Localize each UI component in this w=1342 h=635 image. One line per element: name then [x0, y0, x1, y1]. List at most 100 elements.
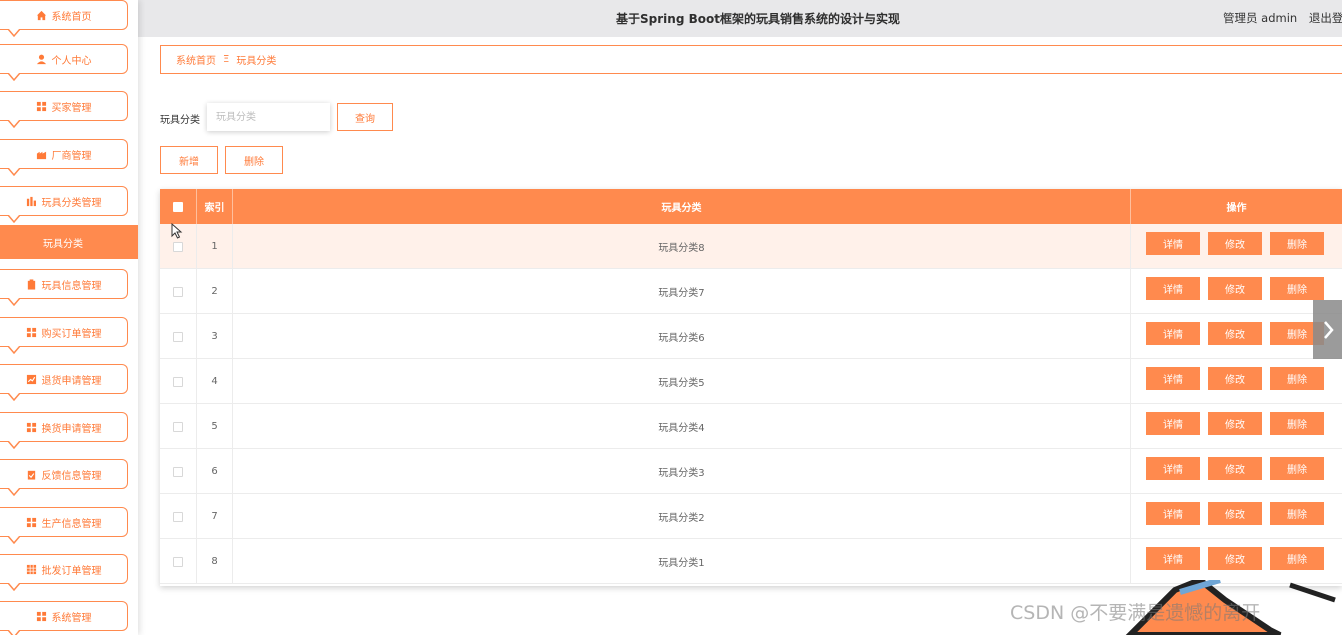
row-category: 玩具分类4: [233, 404, 1131, 449]
edit-button[interactable]: 修改: [1208, 232, 1262, 255]
row-checkbox-cell: [160, 314, 197, 359]
grid-icon: [26, 422, 36, 432]
edit-button[interactable]: 修改: [1208, 412, 1262, 435]
delete-button[interactable]: 删除: [1270, 367, 1324, 390]
row-checkbox[interactable]: [173, 241, 183, 252]
row-checkbox[interactable]: [173, 331, 183, 342]
detail-button[interactable]: 详情: [1146, 367, 1200, 390]
row-checkbox[interactable]: [173, 556, 183, 567]
sidebar-item-tail: [8, 441, 20, 449]
edit-button[interactable]: 修改: [1208, 547, 1262, 570]
app-root: 基于Spring Boot框架的玩具销售系统的设计与实现 管理员 admin 退…: [0, 0, 1342, 635]
delete-button[interactable]: 删除: [1270, 502, 1324, 525]
row-index: 4: [197, 359, 233, 404]
sidebar-item-label: 反馈信息管理: [41, 470, 102, 482]
row-checkbox[interactable]: [173, 286, 183, 297]
batch-delete-button[interactable]: 删除: [225, 146, 283, 174]
sidebar-item-label: 生产信息管理: [41, 518, 102, 530]
row-index: 1: [197, 224, 233, 269]
row-checkbox-cell: [160, 269, 197, 314]
sidebar-item-tail: [8, 346, 20, 354]
row-category: 玩具分类7: [233, 269, 1131, 314]
edit-button[interactable]: 修改: [1208, 502, 1262, 525]
sidebar-item-tail: [8, 298, 20, 306]
sidebar-item-tail: [8, 488, 20, 496]
breadcrumb-home[interactable]: 系统首页: [176, 52, 216, 67]
row-category: 玩具分类5: [233, 359, 1131, 404]
sidebar-item[interactable]: 玩具分类管理: [0, 186, 128, 223]
sidebar-item-label: 购买订单管理: [41, 328, 102, 340]
detail-button[interactable]: 详情: [1146, 547, 1200, 570]
detail-button[interactable]: 详情: [1146, 277, 1200, 300]
row-checkbox-cell: [160, 449, 197, 494]
edit-button[interactable]: 修改: [1208, 457, 1262, 480]
row-checkbox-cell: [160, 404, 197, 449]
grid-icon: [26, 517, 36, 527]
table-row: 8 玩具分类1 详情 修改 删除: [160, 539, 1342, 584]
sidebar-item[interactable]: 换货申请管理: [0, 412, 128, 449]
row-category: 玩具分类8: [233, 224, 1131, 269]
sidebar-item[interactable]: 玩具信息管理: [0, 269, 128, 306]
delete-button[interactable]: 删除: [1270, 277, 1324, 300]
sidebar-item[interactable]: 反馈信息管理: [0, 459, 128, 496]
sidebar-item-tail: [8, 73, 20, 81]
sidebar: 系统首页个人中心买家管理厂商管理玩具分类管理玩具信息管理 购买订单管理退货申请管理…: [0, 0, 138, 635]
edit-button[interactable]: 修改: [1208, 277, 1262, 300]
category-table: 索引 玩具分类 操作 1 玩具分类8 详情 修改 删除 2 玩具分类7 详情 修改 删除 3 玩具分类…: [160, 189, 1342, 586]
sidebar-item-tail: [8, 630, 20, 635]
sidebar-item[interactable]: 批发订单管理: [0, 554, 128, 591]
delete-button[interactable]: 删除: [1270, 457, 1324, 480]
sidebar-item[interactable]: 购买订单管理: [0, 317, 128, 354]
factory-icon: [36, 151, 46, 159]
detail-button[interactable]: 详情: [1146, 322, 1200, 345]
logout-link[interactable]: 退出登录: [1309, 11, 1342, 25]
row-category: 玩具分类1: [233, 539, 1131, 584]
detail-button[interactable]: 详情: [1146, 412, 1200, 435]
sidebar-item-label: 系统管理: [51, 612, 92, 624]
edit-button[interactable]: 修改: [1208, 367, 1262, 390]
table-row: 4 玩具分类5 详情 修改 删除: [160, 359, 1342, 404]
table-row: 7 玩具分类2 详情 修改 删除: [160, 494, 1342, 539]
sidebar-item-tail: [8, 215, 20, 223]
row-checkbox[interactable]: [173, 376, 183, 387]
row-index: 7: [197, 494, 233, 539]
breadcrumb-current: 玩具分类: [236, 56, 277, 67]
delete-button[interactable]: 删除: [1270, 232, 1324, 255]
add-button[interactable]: 新增: [160, 146, 218, 174]
grid-icon: [26, 327, 36, 337]
table-header: 索引 玩具分类 操作: [160, 189, 1342, 224]
row-checkbox[interactable]: [173, 466, 183, 477]
sidebar-subitem-toy-category[interactable]: 玩具分类: [0, 225, 138, 259]
next-page-arrow[interactable]: [1313, 300, 1342, 359]
page-title: 基于Spring Boot框架的玩具销售系统的设计与实现: [616, 12, 900, 26]
sidebar-item[interactable]: 退货申请管理: [0, 364, 128, 401]
sidebar-item[interactable]: 系统首页: [0, 0, 128, 37]
header-checkbox-cell: [160, 189, 197, 224]
search-label: 玩具分类: [160, 115, 200, 126]
sidebar-item[interactable]: 买家管理: [0, 91, 128, 128]
table-row: 1 玩具分类8 详情 修改 删除: [160, 224, 1342, 269]
sidebar-item[interactable]: 个人中心: [0, 44, 128, 81]
sidebar-item[interactable]: 生产信息管理: [0, 507, 128, 544]
delete-button[interactable]: 删除: [1270, 412, 1324, 435]
delete-button[interactable]: 删除: [1270, 547, 1324, 570]
detail-button[interactable]: 详情: [1146, 232, 1200, 255]
edit-button[interactable]: 修改: [1208, 322, 1262, 345]
detail-button[interactable]: 详情: [1146, 502, 1200, 525]
sidebar-item-label: 玩具信息管理: [41, 280, 102, 292]
row-checkbox[interactable]: [173, 421, 183, 432]
sidebar-item[interactable]: 厂商管理: [0, 139, 128, 176]
row-checkbox[interactable]: [173, 511, 183, 522]
search-input[interactable]: [207, 103, 330, 131]
clipboard-icon: [27, 278, 35, 290]
row-category: 玩具分类6: [233, 314, 1131, 359]
detail-button[interactable]: 详情: [1146, 457, 1200, 480]
query-button[interactable]: 查询: [337, 103, 393, 131]
watermark-text: CSDN @不要满是遗憾的离开: [1010, 602, 1261, 624]
header-actions: 操作: [1226, 203, 1247, 214]
sidebar-item[interactable]: 系统管理: [0, 601, 128, 635]
row-index: 6: [197, 449, 233, 494]
select-all-checkbox[interactable]: [173, 201, 183, 212]
row-category: 玩具分类2: [233, 494, 1131, 539]
row-index: 3: [197, 314, 233, 359]
